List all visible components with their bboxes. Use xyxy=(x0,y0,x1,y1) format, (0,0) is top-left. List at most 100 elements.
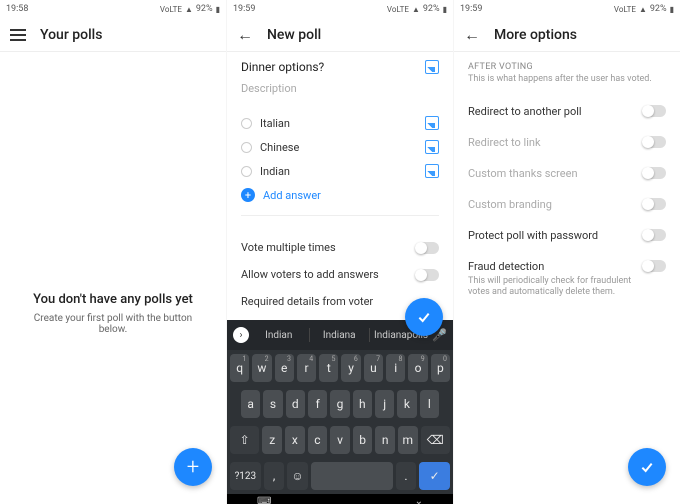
answer-row[interactable]: Chinese xyxy=(241,135,439,159)
page-title: More options xyxy=(494,27,577,43)
status-time: 19:59 xyxy=(233,4,255,14)
toggle[interactable] xyxy=(415,242,439,254)
option-voters-add[interactable]: Allow voters to add answers xyxy=(241,261,439,288)
battery-icon: ▮ xyxy=(670,5,674,14)
radio-icon xyxy=(241,118,252,129)
key[interactable]: a xyxy=(241,390,260,418)
back-icon[interactable]: ← xyxy=(464,25,480,45)
question-input[interactable]: Dinner options? xyxy=(241,60,324,74)
key[interactable]: g xyxy=(330,390,349,418)
page-title: New poll xyxy=(267,27,321,43)
plus-icon: + xyxy=(241,188,255,202)
expand-icon[interactable]: › xyxy=(233,327,249,343)
empty-subtext: Create your first poll with the button b… xyxy=(20,313,206,335)
key[interactable]: d xyxy=(286,390,305,418)
confirm-button[interactable] xyxy=(628,448,666,486)
confirm-button[interactable] xyxy=(405,298,443,336)
key[interactable]: y6 xyxy=(341,354,360,382)
suggestion[interactable]: Indiana xyxy=(314,330,366,341)
key[interactable]: c xyxy=(308,426,328,454)
option-redirect-poll[interactable]: Redirect to another poll xyxy=(454,96,680,127)
battery-label: 92% xyxy=(196,4,213,14)
screen-more-options: 19:59 VoLTE ▲ 92% ▮ ← More options AFTER… xyxy=(454,0,680,504)
toggle[interactable] xyxy=(642,136,666,148)
add-image-icon[interactable] xyxy=(425,164,439,178)
status-time: 19:58 xyxy=(6,4,28,14)
option-vote-multiple[interactable]: Vote multiple times xyxy=(241,234,439,261)
key[interactable]: v xyxy=(330,426,350,454)
toggle[interactable] xyxy=(642,105,666,117)
network-label: VoLTE xyxy=(614,5,636,14)
menu-icon[interactable] xyxy=(10,29,26,41)
answer-row[interactable]: Italian xyxy=(241,111,439,135)
keyboard[interactable]: › Indian Indiana Indianapolis 🎤 q1 w2 e3… xyxy=(227,320,453,504)
add-answer-button[interactable]: + Add answer xyxy=(241,183,439,207)
key[interactable]: e3 xyxy=(275,354,294,382)
key[interactable]: l xyxy=(420,390,439,418)
add-image-icon[interactable] xyxy=(425,60,439,74)
battery-icon: ▮ xyxy=(216,5,220,14)
space-key[interactable] xyxy=(311,462,393,490)
nav-keyboard-icon[interactable]: ⌨ xyxy=(257,496,271,504)
period-key[interactable]: . xyxy=(396,462,417,490)
key[interactable]: t5 xyxy=(319,354,338,382)
network-label: VoLTE xyxy=(387,5,409,14)
key[interactable]: z xyxy=(262,426,282,454)
key[interactable]: i8 xyxy=(386,354,405,382)
key[interactable]: j xyxy=(375,390,394,418)
option-fraud-detection[interactable]: Fraud detection This will periodically c… xyxy=(454,251,680,308)
key[interactable]: s xyxy=(263,390,282,418)
key[interactable]: h xyxy=(353,390,372,418)
numbers-key[interactable]: ?123 xyxy=(230,462,261,490)
option-custom-thanks[interactable]: Custom thanks screen xyxy=(454,158,680,189)
key[interactable]: f xyxy=(308,390,327,418)
key[interactable]: m xyxy=(398,426,418,454)
create-poll-button[interactable]: + xyxy=(174,448,212,486)
option-password[interactable]: Protect poll with password xyxy=(454,220,680,251)
add-image-icon[interactable] xyxy=(425,140,439,154)
toggle[interactable] xyxy=(642,260,666,272)
key[interactable]: k xyxy=(397,390,416,418)
section-subtext: This is what happens after the user has … xyxy=(454,74,680,96)
enter-key[interactable]: ✓ xyxy=(419,462,450,490)
description-input[interactable]: Description xyxy=(241,82,439,95)
signal-icon: ▲ xyxy=(412,5,420,14)
key[interactable]: w2 xyxy=(252,354,271,382)
key[interactable]: p0 xyxy=(431,354,450,382)
add-image-icon[interactable] xyxy=(425,116,439,130)
option-custom-branding[interactable]: Custom branding xyxy=(454,189,680,220)
screen-new-poll: 19:59 VoLTE ▲ 92% ▮ ← New poll Dinner op… xyxy=(226,0,454,504)
toggle[interactable] xyxy=(415,269,439,281)
answer-row[interactable]: Indian xyxy=(241,159,439,183)
battery-icon: ▮ xyxy=(443,5,447,14)
emoji-key[interactable]: ☺ xyxy=(287,462,308,490)
empty-state: You don't have any polls yet Create your… xyxy=(0,292,226,335)
network-label: VoLTE xyxy=(160,5,182,14)
app-bar: ← More options xyxy=(454,18,680,52)
key[interactable]: o9 xyxy=(408,354,427,382)
battery-label: 92% xyxy=(650,4,667,14)
backspace-key[interactable]: ⌫ xyxy=(421,426,450,454)
key[interactable]: r4 xyxy=(297,354,316,382)
option-redirect-link[interactable]: Redirect to link xyxy=(454,127,680,158)
key[interactable]: b xyxy=(353,426,373,454)
key[interactable]: n xyxy=(375,426,395,454)
key[interactable]: u7 xyxy=(364,354,383,382)
key[interactable]: x xyxy=(285,426,305,454)
empty-heading: You don't have any polls yet xyxy=(20,292,206,307)
toggle[interactable] xyxy=(642,198,666,210)
nav-down-icon[interactable]: ⌄ xyxy=(415,496,423,504)
status-bar: 19:58 VoLTE ▲ 92% ▮ xyxy=(0,0,226,18)
app-bar: ← New poll xyxy=(227,18,453,52)
toggle[interactable] xyxy=(642,229,666,241)
shift-key[interactable]: ⇧ xyxy=(230,426,259,454)
toggle[interactable] xyxy=(642,167,666,179)
signal-icon: ▲ xyxy=(639,5,647,14)
back-icon[interactable]: ← xyxy=(237,25,253,45)
nav-bar: ⌨ ⌄ xyxy=(227,494,453,504)
suggestion[interactable]: Indian xyxy=(253,330,305,341)
comma-key[interactable]: , xyxy=(264,462,285,490)
signal-icon: ▲ xyxy=(185,5,193,14)
key[interactable]: q1 xyxy=(230,354,249,382)
screen-your-polls: 19:58 VoLTE ▲ 92% ▮ Your polls You don't… xyxy=(0,0,226,504)
